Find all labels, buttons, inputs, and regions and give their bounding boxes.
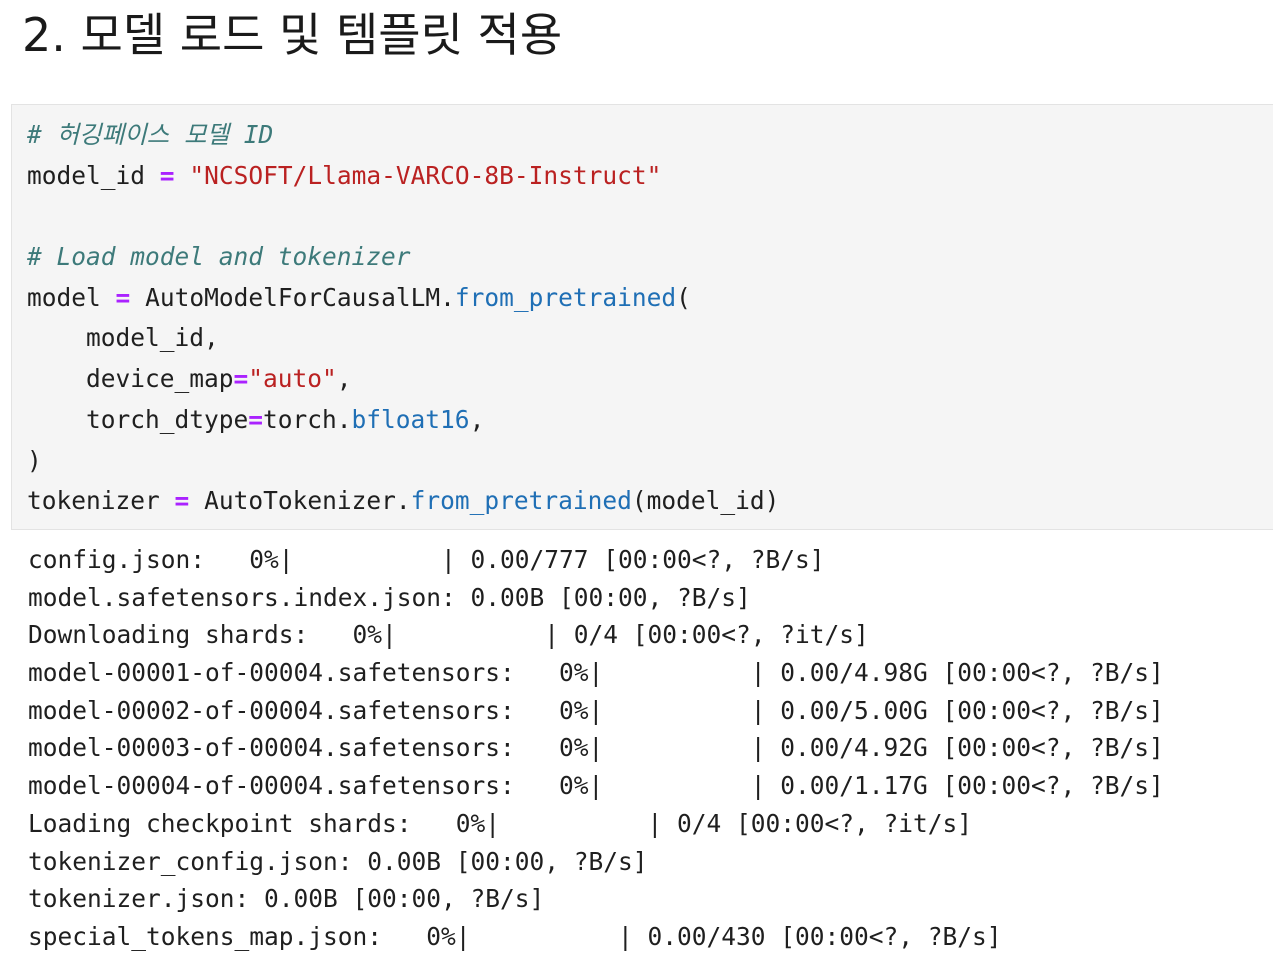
code-comment: # 허깅페이스 모델 ID xyxy=(27,120,274,149)
code-line: model_id, xyxy=(27,323,219,353)
output-line: tokenizer_config.json: 0.00B [00:00, ?B/… xyxy=(28,846,648,876)
code-comment: # Load model and tokenizer xyxy=(27,242,411,272)
code-line: model_id = "NCSOFT/Llama-VARCO-8B-Instru… xyxy=(27,160,662,190)
output-line: model-00003-of-00004.safetensors: 0%| | … xyxy=(28,733,1164,763)
output-line: tokenizer.json: 0.00B [00:00, ?B/s] xyxy=(28,884,545,914)
code-editor[interactable]: # 허깅페이스 모델 ID model_id = "NCSOFT/Llama-VA… xyxy=(27,115,779,522)
section-heading: 2. 모델 로드 및 템플릿 적용 xyxy=(22,8,563,62)
cell-output: config.json: 0%| | 0.00/777 [00:00<?, ?B… xyxy=(28,541,1164,956)
output-line: Downloading shards: 0%| | 0/4 [00:00<?, … xyxy=(28,620,869,650)
output-line: Loading checkpoint shards: 0%| | 0/4 [00… xyxy=(28,808,973,838)
code-line: tokenizer = AutoTokenizer.from_pretraine… xyxy=(27,486,780,516)
output-line: model.safetensors.index.json: 0.00B [00:… xyxy=(28,582,751,612)
code-line: device_map="auto", xyxy=(27,364,352,394)
code-line: torch_dtype=torch.bfloat16, xyxy=(27,404,485,434)
output-line: model-00004-of-00004.safetensors: 0%| | … xyxy=(28,771,1164,801)
output-line: config.json: 0%| | 0.00/777 [00:00<?, ?B… xyxy=(28,545,825,574)
output-line: model-00002-of-00004.safetensors: 0%| | … xyxy=(28,695,1164,725)
code-line: ) xyxy=(27,445,42,475)
code-cell[interactable]: # 허깅페이스 모델 ID model_id = "NCSOFT/Llama-VA… xyxy=(11,104,1273,530)
output-line: special_tokens_map.json: 0%| | 0.00/430 … xyxy=(28,921,1002,951)
code-line: model = AutoModelForCausalLM.from_pretra… xyxy=(27,282,691,312)
output-line: model-00001-of-00004.safetensors: 0%| | … xyxy=(28,658,1164,688)
